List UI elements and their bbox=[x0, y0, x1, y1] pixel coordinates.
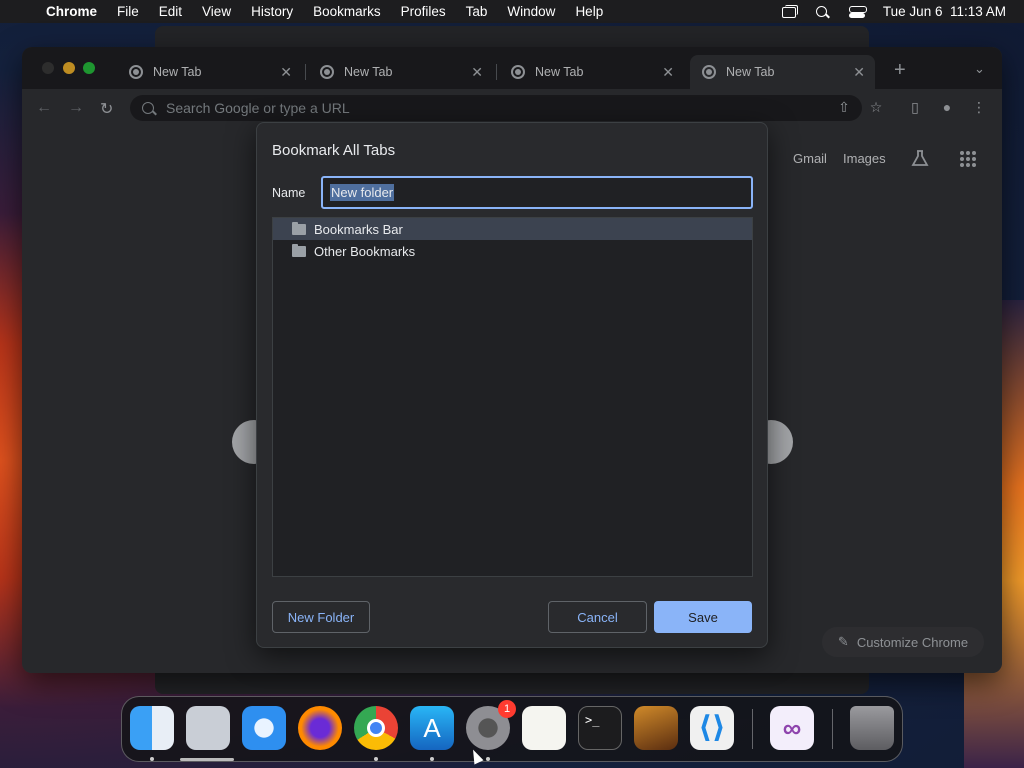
running-indicator bbox=[430, 757, 434, 761]
spotlight-search-icon[interactable] bbox=[815, 5, 831, 19]
save-button[interactable]: Save bbox=[654, 601, 752, 633]
app-store-icon[interactable]: A bbox=[410, 706, 454, 750]
folder-name-value: New folder bbox=[330, 184, 395, 201]
chrome-icon[interactable] bbox=[354, 706, 398, 750]
folder-tree[interactable]: Bookmarks Bar Other Bookmarks bbox=[272, 217, 753, 577]
bookmark-all-tabs-dialog: Bookmark All Tabs Name New folder Bookma… bbox=[256, 122, 768, 648]
folder-icon bbox=[292, 243, 306, 257]
menu-window[interactable]: Window bbox=[507, 4, 555, 19]
terminal-icon[interactable]: >_ bbox=[578, 706, 622, 750]
folder-name-input[interactable]: New folder bbox=[321, 176, 753, 209]
running-indicator bbox=[150, 757, 154, 761]
safari-icon[interactable] bbox=[242, 706, 286, 750]
running-indicator bbox=[374, 757, 378, 761]
folder-row-other-bookmarks[interactable]: Other Bookmarks bbox=[273, 240, 752, 262]
menu-view[interactable]: View bbox=[202, 4, 231, 19]
control-center-icon[interactable] bbox=[848, 5, 867, 19]
menu-bookmarks[interactable]: Bookmarks bbox=[313, 4, 381, 19]
menu-tab[interactable]: Tab bbox=[466, 4, 488, 19]
name-label: Name bbox=[272, 186, 306, 200]
folder-label: Other Bookmarks bbox=[314, 243, 416, 259]
menu-file[interactable]: File bbox=[117, 4, 139, 19]
menu-history[interactable]: History bbox=[251, 4, 293, 19]
folder-row-bookmarks-bar[interactable]: Bookmarks Bar bbox=[273, 218, 752, 240]
visual-studio-icon[interactable]: ∞ bbox=[770, 706, 814, 750]
trash-icon[interactable] bbox=[850, 706, 894, 750]
dock-separator bbox=[832, 709, 833, 749]
menu-app-name[interactable]: Chrome bbox=[46, 4, 97, 19]
textedit-icon[interactable] bbox=[522, 706, 566, 750]
dock-separator bbox=[752, 709, 753, 749]
dock: A 1 >_ ⟨⟩ ∞ bbox=[121, 696, 903, 762]
notification-badge: 1 bbox=[498, 700, 516, 718]
running-indicator bbox=[486, 757, 490, 761]
menu-clock[interactable]: Tue Jun 6 11:13 AM bbox=[883, 4, 1006, 19]
new-folder-button[interactable]: New Folder bbox=[272, 601, 370, 633]
menu-edit[interactable]: Edit bbox=[159, 4, 182, 19]
folder-label: Bookmarks Bar bbox=[314, 221, 403, 237]
menu-profiles[interactable]: Profiles bbox=[401, 4, 446, 19]
vscode-icon[interactable]: ⟨⟩ bbox=[690, 706, 734, 750]
screen-mirroring-icon[interactable] bbox=[781, 4, 798, 19]
folder-icon bbox=[292, 221, 306, 235]
dock-scroll-indicator bbox=[180, 758, 234, 761]
finder-icon[interactable] bbox=[130, 706, 174, 750]
launchpad-icon[interactable] bbox=[186, 706, 230, 750]
dialog-title: Bookmark All Tabs bbox=[272, 142, 396, 159]
garageband-icon[interactable] bbox=[634, 706, 678, 750]
cancel-button[interactable]: Cancel bbox=[548, 601, 647, 633]
menu-bar: Chrome File Edit View History Bookmarks … bbox=[0, 0, 1024, 23]
firefox-icon[interactable] bbox=[298, 706, 342, 750]
chrome-center bbox=[367, 719, 385, 737]
menu-help[interactable]: Help bbox=[575, 4, 603, 19]
system-settings-icon[interactable]: 1 bbox=[466, 700, 516, 750]
